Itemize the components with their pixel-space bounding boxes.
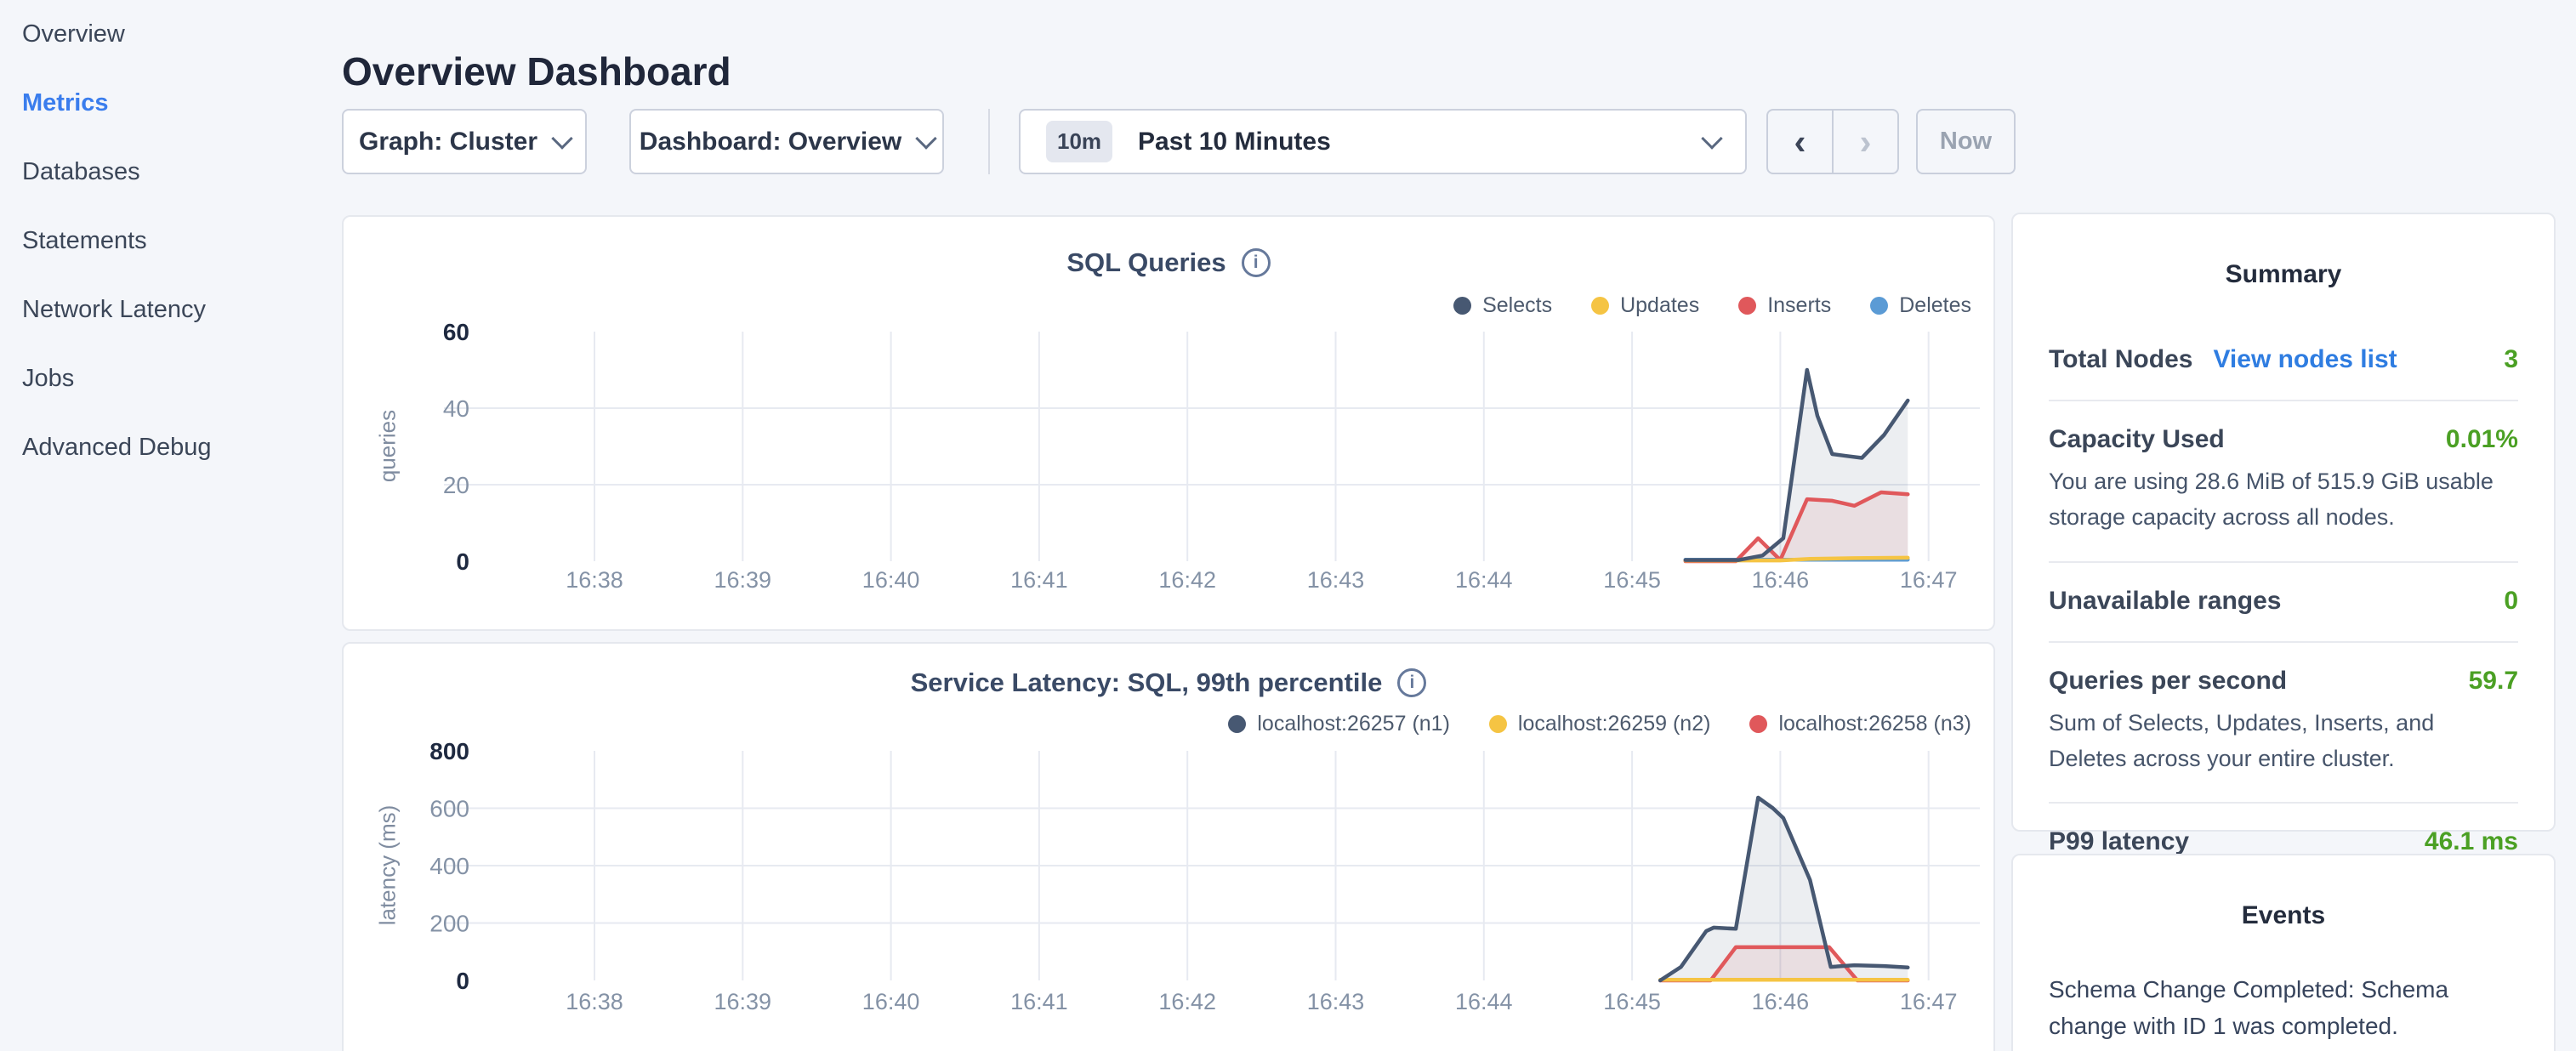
graph-dropdown-label: Graph: Cluster [359, 128, 537, 156]
svg-text:16:41: 16:41 [1010, 567, 1068, 593]
svg-text:200: 200 [429, 911, 469, 937]
svg-text:16:47: 16:47 [1900, 567, 1958, 593]
sidebar-item-advanced-debug[interactable]: Advanced Debug [0, 413, 340, 482]
svg-text:16:40: 16:40 [862, 567, 920, 593]
sidebar-item-databases[interactable]: Databases [0, 138, 340, 207]
summary-panel: Summary Total Nodes View nodes list 3 Ca… [2011, 213, 2556, 832]
svg-text:16:45: 16:45 [1603, 989, 1661, 1014]
svg-text:16:39: 16:39 [714, 989, 772, 1014]
summary-title: Summary [2049, 260, 2518, 289]
time-step-buttons: ‹ › [1766, 109, 1899, 174]
svg-text:600: 600 [429, 796, 469, 822]
summary-row-unavailable-ranges: Unavailable ranges 0 [2049, 587, 2518, 616]
summary-row-label: Unavailable ranges [2049, 587, 2281, 616]
svg-text:20: 20 [443, 472, 469, 498]
summary-row-value: 0.01% [2446, 425, 2518, 454]
summary-row-capacity-used: Capacity Used 0.01% [2049, 425, 2518, 454]
chevron-down-icon [915, 128, 936, 149]
svg-text:40: 40 [443, 395, 469, 422]
svg-text:16:40: 16:40 [862, 989, 920, 1014]
summary-row-total-nodes: Total Nodes View nodes list 3 [2049, 345, 2518, 374]
now-button[interactable]: Now [1916, 109, 2016, 174]
dashboard-dropdown[interactable]: Dashboard: Overview [629, 109, 944, 174]
summary-row-subtext: You are using 28.6 MiB of 515.9 GiB usab… [2049, 464, 2518, 536]
svg-text:16:46: 16:46 [1752, 989, 1810, 1014]
graph-dropdown[interactable]: Graph: Cluster [342, 109, 587, 174]
summary-row-label: P99 latency [2049, 827, 2189, 856]
view-nodes-list-link[interactable]: View nodes list [2213, 345, 2397, 374]
svg-text:16:44: 16:44 [1455, 989, 1513, 1014]
service-latency-chart-card: Service Latency: SQL, 99th percentile lo… [342, 642, 1995, 1051]
summary-row-label: Total Nodes [2049, 345, 2192, 374]
summary-row-label: Queries per second [2049, 667, 2287, 696]
svg-text:16:47: 16:47 [1900, 989, 1958, 1014]
svg-text:0: 0 [456, 968, 469, 994]
summary-row-subtext: Sum of Selects, Updates, Inserts, and De… [2049, 706, 2518, 777]
summary-row-value: 46.1 ms [2425, 827, 2518, 856]
svg-text:16:42: 16:42 [1158, 989, 1216, 1014]
summary-row-queries-per-second: Queries per second 59.7 [2049, 667, 2518, 696]
page-title: Overview Dashboard [342, 48, 731, 94]
divider [2049, 400, 2518, 401]
sidebar-item-metrics[interactable]: Metrics [0, 69, 340, 138]
sql-queries-chart[interactable]: 16:38 16:39 16:40 16:41 16:42 16:43 16:44 16:45… [344, 217, 1997, 633]
sidebar-item-jobs[interactable]: Jobs [0, 344, 340, 413]
summary-row-value: 3 [2504, 345, 2518, 374]
svg-text:16:41: 16:41 [1010, 989, 1068, 1014]
time-range-label: Past 10 Minutes [1138, 128, 1679, 156]
summary-row-value: 59.7 [2469, 667, 2518, 696]
chevron-down-icon [551, 128, 572, 149]
previous-time-button[interactable]: ‹ [1768, 111, 1834, 173]
sidebar-item-network-latency[interactable]: Network Latency [0, 276, 340, 344]
svg-text:16:43: 16:43 [1307, 567, 1365, 593]
svg-text:16:46: 16:46 [1752, 567, 1810, 593]
divider [2049, 561, 2518, 563]
sidebar-item-overview[interactable]: Overview [0, 0, 340, 69]
svg-text:400: 400 [429, 853, 469, 879]
svg-text:16:38: 16:38 [566, 989, 623, 1014]
controls-divider [988, 109, 990, 174]
summary-row-value: 0 [2504, 587, 2518, 616]
svg-text:60: 60 [443, 319, 469, 345]
list-item[interactable]: Schema Change Completed: Schema change w… [2049, 971, 2518, 1051]
sql-queries-chart-card: SQL Queries SelectsUpdatesInsertsDeletes… [342, 215, 1995, 631]
event-message: Schema Change Completed: Schema change w… [2049, 971, 2518, 1045]
next-time-button[interactable]: › [1834, 111, 1897, 173]
time-range-badge: 10m [1046, 121, 1112, 162]
svg-text:16:39: 16:39 [714, 567, 772, 593]
svg-text:16:43: 16:43 [1307, 989, 1365, 1014]
divider [2049, 641, 2518, 643]
svg-text:0: 0 [456, 548, 469, 575]
time-range-selector[interactable]: 10m Past 10 Minutes [1019, 109, 1747, 174]
svg-text:16:38: 16:38 [566, 567, 623, 593]
svg-text:16:42: 16:42 [1158, 567, 1216, 593]
svg-text:800: 800 [429, 738, 469, 764]
sidebar-item-statements[interactable]: Statements [0, 207, 340, 276]
svg-text:16:45: 16:45 [1603, 567, 1661, 593]
svg-text:16:44: 16:44 [1455, 567, 1513, 593]
summary-row-label: Capacity Used [2049, 425, 2225, 454]
events-title: Events [2049, 901, 2518, 930]
events-panel: Events Schema Change Completed: Schema c… [2011, 854, 2556, 1051]
dashboard-dropdown-label: Dashboard: Overview [640, 128, 901, 156]
service-latency-chart[interactable]: 16:38 16:39 16:40 16:41 16:42 16:43 16:44 16:45… [344, 644, 1997, 1051]
sidebar: OverviewMetricsDatabasesStatementsNetwor… [0, 0, 340, 482]
divider [2049, 802, 2518, 804]
chevron-down-icon [1701, 128, 1722, 149]
summary-row-p99-latency: P99 latency 46.1 ms [2049, 827, 2518, 856]
